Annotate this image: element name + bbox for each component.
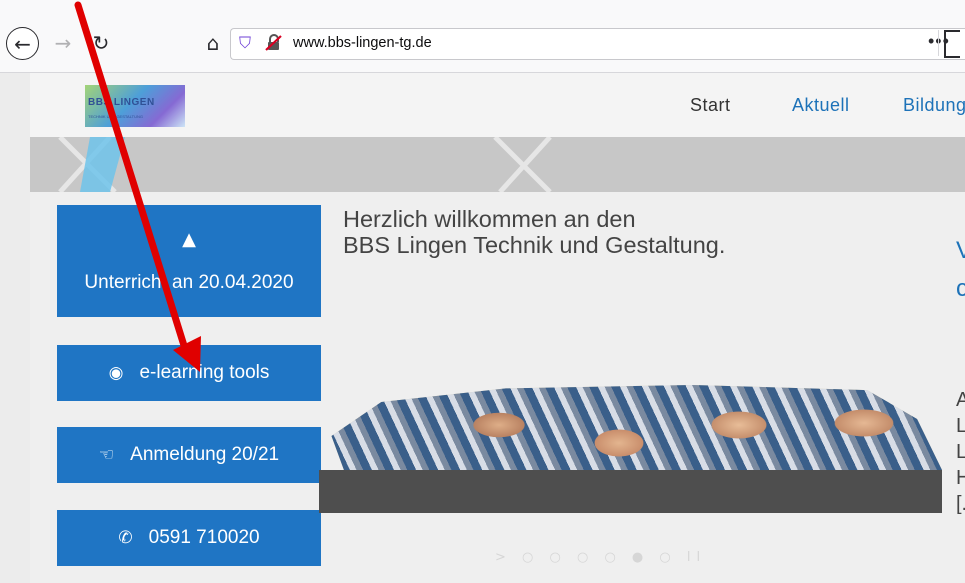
insecure-lock-icon[interactable]	[265, 34, 283, 57]
home-icon[interactable]: ⌂	[196, 26, 230, 60]
slider-caption-bar	[319, 470, 942, 513]
url-bar[interactable]: ⛉ www.bbs-lingen-tg.de •••	[230, 28, 965, 60]
hand-pointer-icon: ☜	[98, 445, 115, 465]
news-heading-line-2: c	[956, 275, 965, 302]
forward-arrow-icon[interactable]: →	[46, 26, 80, 60]
warning-icon: ▲	[182, 228, 196, 250]
nav-bildungsgaenge[interactable]: Bildungs	[903, 95, 965, 116]
news-text-line: A	[956, 389, 965, 411]
anmeldung-label: Anmeldung 20/21	[130, 444, 280, 465]
elearning-tools-button[interactable]: ◉ e-learning tools	[57, 345, 321, 401]
site-logo[interactable]: BBS LINGEN TECHNIK UND GESTALTUNG	[85, 85, 185, 127]
browser-toolbar: ← → ↻ ⌂ ⛉ www.bbs-lingen-tg.de •••	[0, 0, 965, 73]
welcome-heading: Herzlich willkommen an den BBS Lingen Te…	[343, 206, 725, 258]
main-content: ▲ Unterricht an 20.04.2020 ◉ e-learning …	[30, 192, 965, 583]
phone-icon: ✆	[118, 528, 133, 548]
url-text[interactable]: www.bbs-lingen-tg.de	[293, 35, 432, 51]
slider-indicators[interactable]: > ○ ○ ○ ○ ● ○ ll	[495, 550, 706, 565]
reload-icon[interactable]: ↻	[84, 26, 118, 60]
web-page: BBS LINGEN TECHNIK UND GESTALTUNG Start …	[0, 73, 965, 583]
tracking-shield-icon[interactable]: ⛉	[239, 33, 251, 53]
news-text-line: L	[956, 415, 965, 437]
logo-text: BBS LINGEN	[88, 97, 155, 108]
news-text-line: L	[956, 441, 965, 463]
back-arrow-icon[interactable]: ←	[6, 27, 39, 60]
news-text-partial: A L L H [.	[956, 387, 965, 517]
news-heading-partial[interactable]: V c	[956, 232, 965, 308]
phone-button[interactable]: ✆ 0591 710020	[57, 510, 321, 566]
logo-subtext: TECHNIK UND GESTALTUNG	[88, 114, 143, 119]
welcome-line-1: Herzlich willkommen an den	[343, 206, 636, 232]
library-icon[interactable]	[944, 30, 960, 58]
news-heading-line-1: V	[956, 237, 965, 264]
nav-start[interactable]: Start	[690, 95, 731, 116]
site-header: BBS LINGEN TECHNIK UND GESTALTUNG Start …	[30, 73, 965, 142]
header-banner	[30, 137, 965, 192]
group-photo	[331, 385, 942, 470]
broadcast-icon: ◉	[108, 363, 124, 383]
news-text-line: [.	[956, 493, 965, 515]
anmeldung-button[interactable]: ☜ Anmeldung 20/21	[57, 427, 321, 483]
toolbar-divider	[938, 30, 939, 56]
welcome-line-2: BBS Lingen Technik und Gestaltung.	[343, 232, 726, 258]
elearning-label: e-learning tools	[139, 362, 270, 383]
image-slider[interactable]	[319, 385, 942, 515]
news-text-line: H	[956, 467, 965, 489]
nav-aktuell[interactable]: Aktuell	[792, 95, 850, 116]
phone-label: 0591 710020	[148, 527, 260, 548]
unterricht-button[interactable]: ▲ Unterricht an 20.04.2020	[57, 205, 321, 317]
unterricht-label: Unterricht an 20.04.2020	[84, 271, 294, 293]
